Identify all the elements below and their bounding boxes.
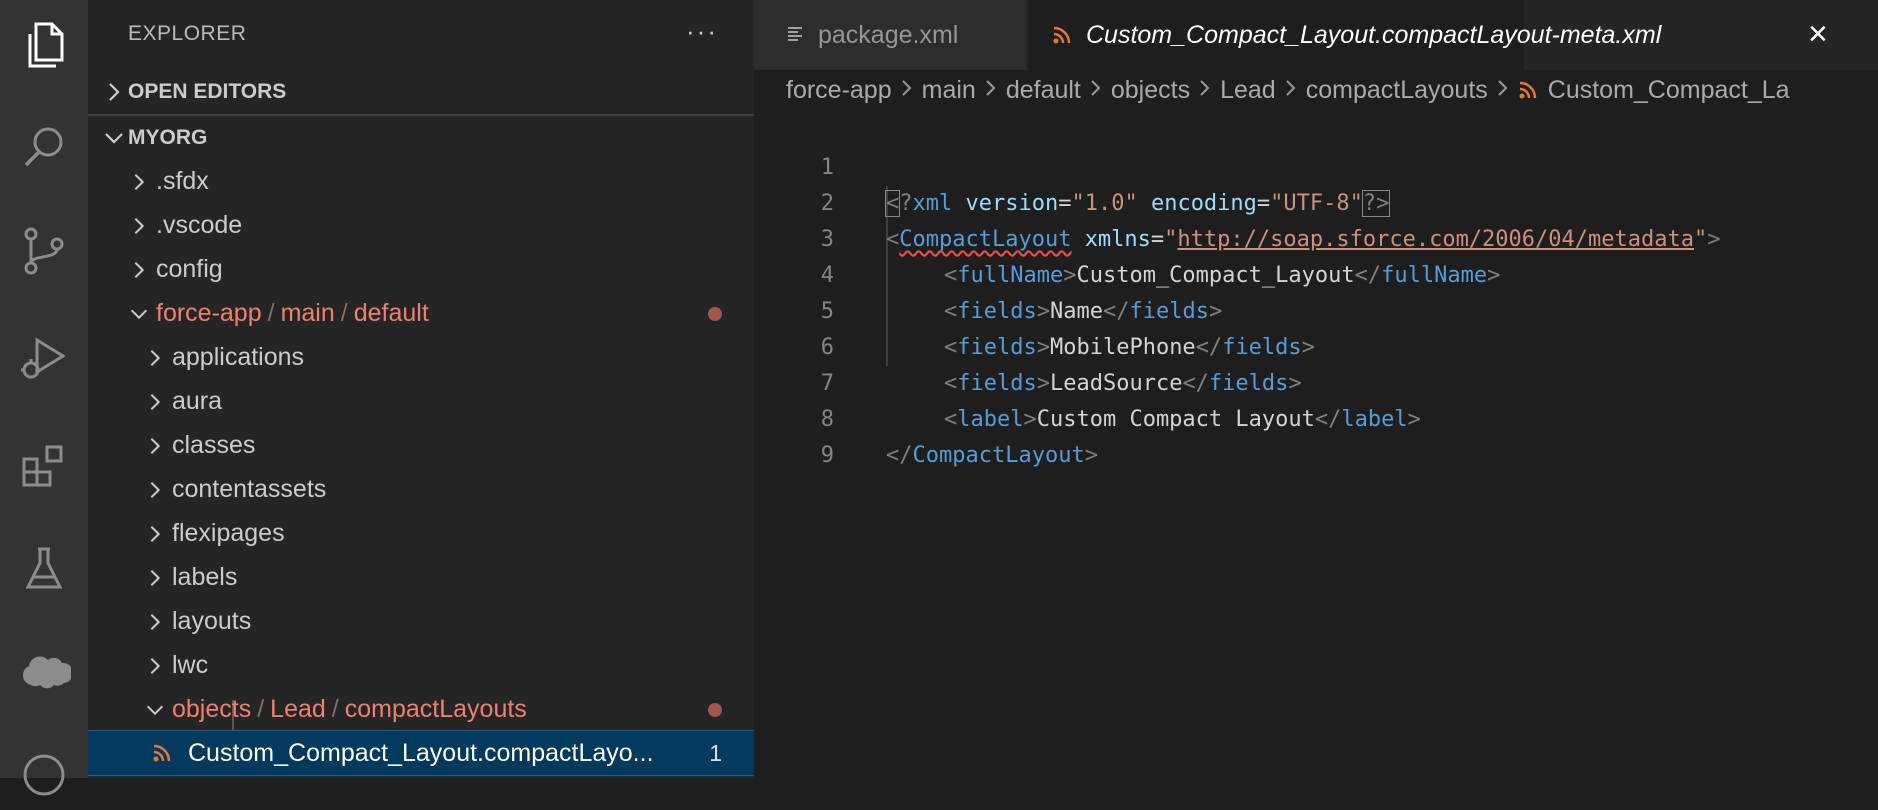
tree-item-classes[interactable]: classes: [88, 423, 754, 467]
search-icon[interactable]: [0, 112, 88, 182]
code-line: 9: [754, 402, 1878, 468]
extensions-icon[interactable]: [0, 430, 88, 500]
modified-dot: [708, 307, 722, 321]
tree-item-label: flexipages: [172, 518, 285, 547]
source-control-icon[interactable]: [0, 216, 88, 286]
chevron-right-icon: [150, 437, 161, 455]
chevron-right-icon: [150, 569, 161, 587]
tree-item-labels[interactable]: labels: [88, 555, 754, 599]
tree-item-label: layouts: [172, 606, 252, 635]
rss-icon: [153, 744, 171, 762]
line-number: 9: [820, 443, 834, 468]
workspace-label: MYORG: [128, 126, 208, 149]
chevron-right-icon: [1498, 80, 1508, 96]
testing-flask-icon[interactable]: [0, 534, 88, 604]
chevron-down-icon: [130, 309, 148, 320]
tree-item-label: config: [156, 254, 223, 283]
tree-item-sfdx[interactable]: .sfdx: [88, 159, 754, 203]
chevron-right-icon: [901, 80, 912, 96]
chevron-right-icon: [150, 525, 161, 543]
explorer-files-icon[interactable]: [0, 10, 88, 80]
explorer-sidebar: EXPLORER ··· OPEN EDITORS MYORG .sfdx .v…: [88, 0, 754, 778]
close-tab-icon[interactable]: ×: [1808, 16, 1828, 52]
chevron-right-icon: [134, 217, 145, 235]
code-line: 7 <label>Custom Compact Layout</label>: [754, 330, 1878, 432]
chevron-right-icon: [1286, 80, 1296, 96]
tab-package-xml[interactable]: package.xml: [754, 0, 1026, 70]
tree-item-lwc[interactable]: lwc: [88, 643, 754, 687]
chevron-right-icon: [1091, 80, 1101, 96]
chevron-down-icon: [146, 705, 164, 716]
tab-label: Custom_Compact_Layout.compactLayout-meta…: [1086, 20, 1662, 49]
tree-item-vscode[interactable]: .vscode: [88, 203, 754, 247]
tab-label: package.xml: [818, 20, 959, 49]
breadcrumb-item[interactable]: compactLayouts: [1306, 76, 1488, 104]
breadcrumb-item[interactable]: main: [922, 76, 976, 104]
breadcrumb-item[interactable]: force-app: [786, 76, 892, 104]
tree-item-force-app[interactable]: force-app / main / default: [88, 291, 754, 335]
rss-icon: [1053, 26, 1071, 44]
tree-item-contentassets[interactable]: contentassets: [88, 467, 754, 511]
lines-icon: [788, 27, 802, 41]
tree-item-flexipages[interactable]: flexipages: [88, 511, 754, 555]
tree-item-label: applications: [172, 342, 305, 371]
modified-dot: [708, 703, 722, 717]
tree-item-label: force-app / main / default: [156, 298, 429, 327]
chevron-right-icon: [134, 261, 145, 279]
tab-custom-compact-layout[interactable]: Custom_Compact_Layout.compactLayout-meta…: [1028, 0, 1661, 70]
tree-item-label: Custom_Compact_Layout.compactLayo...: [188, 738, 654, 767]
chevron-right-icon: [150, 657, 161, 675]
chevron-right-icon: [134, 173, 145, 191]
breadcrumb: force-app main default objects Lead compactLa…: [786, 75, 1790, 111]
chevron-right-icon: [150, 393, 161, 411]
tree-item-label: lwc: [172, 650, 209, 679]
chevron-right-icon: [150, 481, 161, 499]
info-icon[interactable]: [0, 740, 88, 810]
breadcrumb-item[interactable]: Custom_Compact_La: [1548, 76, 1790, 104]
code-line: 2 <CompactLayout xmlns="http://soap.sfor…: [754, 150, 1878, 252]
open-editors-label: OPEN EDITORS: [128, 80, 287, 103]
tree-item-layouts[interactable]: layouts: [88, 599, 754, 643]
chevron-right-icon: [150, 349, 161, 367]
rss-icon: [1519, 82, 1537, 99]
run-debug-icon[interactable]: [0, 322, 88, 392]
tree-item-label: labels: [172, 562, 238, 591]
breadcrumb-item[interactable]: default: [1006, 76, 1081, 104]
tree-item-label: aura: [172, 386, 223, 415]
chevron-right-icon: [1200, 80, 1210, 96]
code-line: 3 <fullName>Custom_Compact_Layout</fullN…: [754, 186, 1878, 288]
chevron-right-icon: [986, 80, 996, 96]
tree-item-aura[interactable]: aura: [88, 379, 754, 423]
workspace-section[interactable]: MYORG: [88, 116, 754, 160]
problems-count-badge: 1: [709, 739, 722, 766]
tree-item-config[interactable]: config: [88, 247, 754, 291]
activity-bar: [0, 0, 88, 796]
tree-item-label: objects / Lead / compactLayouts: [172, 694, 527, 723]
chevron-right-icon: [150, 613, 161, 631]
line-content: </CompactLayout>: [886, 443, 1098, 468]
tree-item-label: contentassets: [172, 474, 327, 503]
tree-item-objects-lead-compactlayouts[interactable]: objects / Lead / compactLayouts: [88, 687, 754, 731]
breadcrumb-item[interactable]: Lead: [1220, 76, 1276, 104]
tree-item-label: .vscode: [156, 210, 243, 239]
tree-item-applications[interactable]: applications: [88, 335, 754, 379]
chevron-right-icon: [109, 83, 120, 101]
code-line: 6 <fields>LeadSource</fields>: [754, 294, 1878, 396]
more-actions-icon[interactable]: ···: [686, 16, 718, 47]
code-line: 1 <?xml version="1.0" encoding="UTF-8"?>: [754, 114, 1878, 217]
chevron-down-icon: [105, 133, 123, 144]
code-editor[interactable]: 1 <?xml version="1.0" encoding="UTF-8"?>…: [754, 114, 1878, 778]
breadcrumb-item[interactable]: objects: [1111, 76, 1190, 104]
tree-item-label: classes: [172, 430, 256, 459]
explorer-title: EXPLORER: [128, 22, 247, 45]
code-line: 4 <fields>Name</fields>: [754, 222, 1878, 324]
tree-item-label: .sfdx: [156, 166, 209, 195]
salesforce-cloud-icon[interactable]: [0, 636, 88, 706]
code-line: 8 </CompactLayout>: [754, 366, 1878, 468]
open-editors-section[interactable]: OPEN EDITORS: [88, 70, 754, 114]
code-line: 5 <fields>MobilePhone</fields>: [754, 258, 1878, 360]
tree-item-custom-compact-layout-file[interactable]: Custom_Compact_Layout.compactLayo... 1: [88, 730, 754, 776]
editor-tab-bar: package.xml Custom_Compact_Layout.compac…: [754, 0, 1878, 70]
